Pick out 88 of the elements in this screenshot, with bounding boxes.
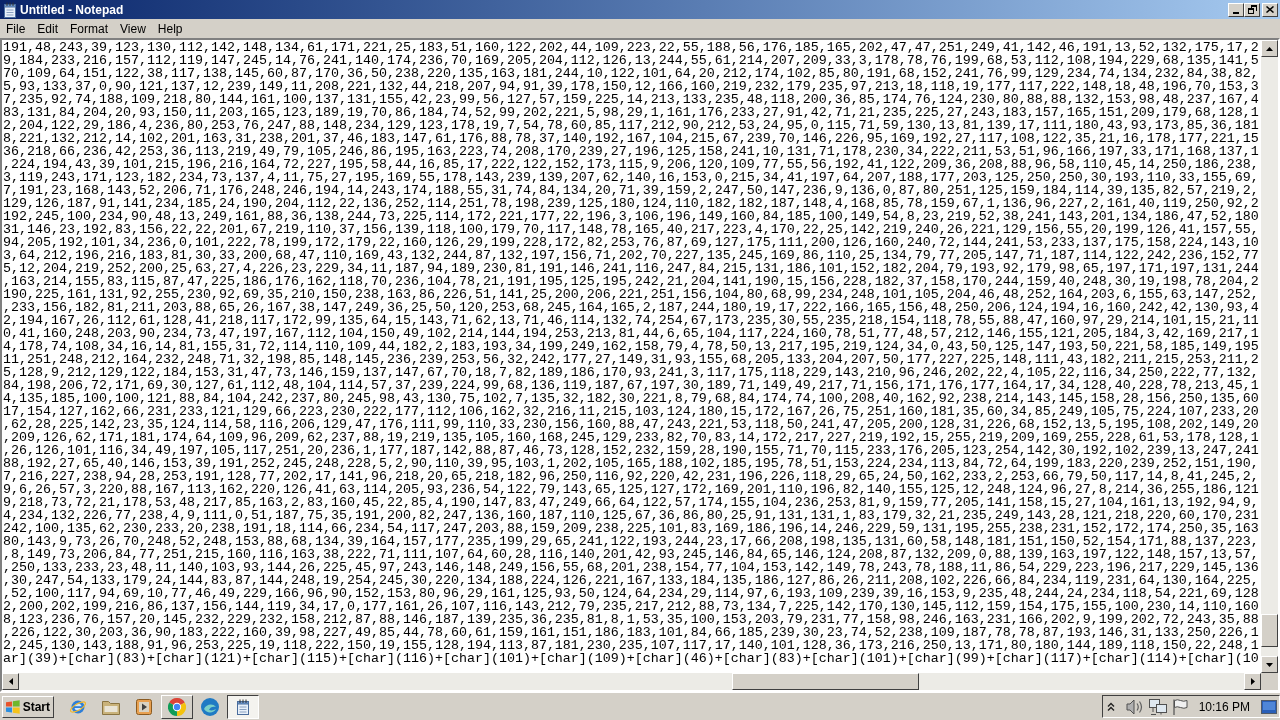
menu-item[interactable]: View <box>114 20 152 37</box>
text-area[interactable] <box>2 40 1261 673</box>
chevron-up-icon[interactable] <box>1106 701 1115 712</box>
menu-item[interactable]: Edit <box>31 20 65 37</box>
show-desktop-icon[interactable] <box>1261 699 1277 714</box>
close-icon <box>1266 6 1274 13</box>
tricolor-circle-icon[interactable] <box>168 697 186 716</box>
menu-item[interactable]: Format <box>64 20 115 37</box>
down-arrow-icon <box>1266 662 1273 667</box>
close-button[interactable] <box>1262 2 1278 17</box>
text-line: ar](39)+[char](83)+[char](121)+[char](115)+[char](116)+[char](101)+[char](109)+[char](46)+[char](83)+[char](101)+[char](99)+[char](117)+[char](114)+[char](10 <box>3 652 1259 665</box>
text-line: 70,109,64,151,122,38,117,138,145,60,87,170,36,50,238,220,135,163,181,244,10,122,101,64,20,212,174,102,85,80,191,68,152,241,76,99,129,234,74,134,232,84,38,82, <box>3 67 1259 80</box>
start-logo-icon <box>6 698 20 715</box>
text-line: 84,198,206,72,171,69,30,127,61,112,48,104,114,57,37,239,224,99,68,136,119,187,67,197,30,189,71,149,49,217,71,156,171,176,177,164,17,34,128,40,228,78,213,45,1 <box>3 379 1259 392</box>
text-line: ,163,214,155,83,115,87,47,225,186,176,162,118,70,236,104,78,21,191,195,125,195,242,21,204,141,190,15,156,228,182,37,158,170,244,159,40,248,30,19,198,78,204,2 <box>3 275 1259 288</box>
text-line: 3,119,243,171,123,182,234,73,137,4,11,75,27,195,169,55,178,143,239,139,207,62,140,16,153,0,215,34,41,197,64,207,188,177,203,125,250,250,30,193,110,33,155,69, <box>3 171 1259 184</box>
text-line: ,226,122,30,203,36,90,183,222,160,39,98,227,49,85,44,78,60,61,159,161,151,186,183,101,84,66,185,239,30,23,74,52,238,109,187,78,78,87,193,146,31,133,250,226,1 <box>3 626 1259 639</box>
window-title: Untitled - Notepad <box>20 2 124 17</box>
minimize-icon <box>1233 11 1239 14</box>
text-line: ,30,247,54,133,179,24,144,83,87,144,248,19,254,245,30,220,134,188,224,126,221,167,133,184,135,186,127,86,26,211,208,102,226,66,84,234,119,231,64,130,164,225, <box>3 574 1259 587</box>
notepad-icon[interactable] <box>235 698 251 715</box>
notepad-icon <box>2 1 18 18</box>
text-line: 2,194,167,26,112,61,128,41,218,117,172,99,135,64,15,143,71,62,13,71,46,114,132,74,254,67,173,235,30,55,235,218,154,118,78,55,88,47,160,97,29,214,101,15,21,11 <box>3 314 1259 327</box>
taskbar-window-button[interactable] <box>227 694 259 719</box>
text-line: ,52,100,117,94,69,10,77,46,49,229,166,96,90,152,153,80,96,29,161,125,93,50,124,64,234,29,114,97,6,193,109,239,39,16,153,9,235,48,244,24,234,118,54,221,69,128 <box>3 587 1259 600</box>
text-line: 192,245,100,234,90,48,13,249,161,88,36,138,244,73,225,114,172,221,177,22,196,3,106,196,149,160,84,185,100,149,54,8,23,219,52,38,241,143,201,134,186,47,52,180 <box>3 210 1259 223</box>
text-line: 129,126,187,91,141,234,185,24,190,204,112,22,136,252,114,251,78,198,239,125,180,124,110,182,182,187,148,4,168,85,78,159,67,1,136,96,227,2,161,40,119,250,92,2 <box>3 197 1259 210</box>
text-line: ,209,126,62,171,181,174,64,109,96,209,62,237,88,19,219,135,105,160,168,245,129,233,82,70,83,14,172,217,227,219,192,15,255,219,209,169,255,228,61,53,178,128,1 <box>3 431 1259 444</box>
menu-item[interactable]: File <box>0 20 32 37</box>
scroll-left-button[interactable] <box>2 673 19 690</box>
text-line: 94,205,192,101,34,236,0,101,222,78,199,172,179,22,160,126,29,199,228,172,82,253,76,87,69,127,175,111,200,126,160,240,72,144,241,53,233,137,175,158,224,143,10 <box>3 236 1259 249</box>
menu-item[interactable]: Help <box>151 20 189 37</box>
text-line: 7,216,227,238,94,28,253,191,128,77,202,17,141,96,218,20,65,218,182,96,250,116,92,220,42,231,196,226,118,29,65,24,50,162,233,2,253,66,79,50,117,14,8,41,245,2, <box>3 470 1259 483</box>
play-tile-icon[interactable] <box>136 698 152 715</box>
text-line: ,62,28,225,142,23,35,124,114,58,116,206,129,47,176,111,99,110,33,230,156,160,88,47,243,221,53,118,50,241,47,205,200,128,31,226,68,152,13,5,195,108,202,149,20 <box>3 418 1259 431</box>
text-line: 7,235,92,74,188,109,218,80,144,161,100,137,131,155,42,23,99,56,127,57,159,225,14,213,133,235,48,118,200,36,85,174,76,124,230,80,88,88,132,153,98,48,237,167,4 <box>3 93 1259 106</box>
scroll-down-button[interactable] <box>1261 656 1278 673</box>
scrollbar-thumb[interactable] <box>1261 614 1278 647</box>
text-line: 242,100,135,62,230,233,20,238,191,18,114,66,234,54,117,247,203,88,159,209,238,225,101,83,169,186,196,14,246,229,59,131,195,255,238,231,152,172,174,250,35,163 <box>3 522 1259 535</box>
folder-icon[interactable] <box>102 698 120 715</box>
network-icon[interactable] <box>1148 698 1167 715</box>
text-line: 11,251,248,212,164,232,248,71,32,198,85,148,145,236,239,253,56,32,242,177,27,149,31,93,155,68,205,133,204,207,50,177,227,225,148,111,43,182,211,215,253,211,2 <box>3 353 1259 366</box>
horizontal-scrollbar[interactable] <box>2 673 1261 690</box>
text-line: 9,184,233,216,157,112,119,147,245,14,76,241,140,174,236,70,169,205,204,112,126,13,244,55,61,214,207,209,33,3,178,78,76,199,68,53,112,108,194,229,68,135,141,5 <box>3 54 1259 67</box>
text-line: 3,64,212,196,216,183,81,30,33,200,68,47,110,169,43,132,244,87,132,197,156,71,202,70,227,135,245,169,86,110,25,134,79,77,205,147,71,187,114,122,242,236,152,77 <box>3 249 1259 262</box>
left-arrow-icon <box>8 678 13 685</box>
flag-icon[interactable] <box>1171 698 1188 715</box>
right-arrow-icon <box>1250 678 1255 685</box>
vertical-scrollbar[interactable] <box>1261 40 1278 673</box>
up-arrow-icon <box>1266 46 1273 51</box>
text-line: 2,245,130,143,188,91,96,253,225,19,118,222,150,19,155,128,194,113,87,181,230,235,107,117,17,140,101,128,36,173,216,250,13,171,80,180,144,189,118,150,22,248,1 <box>3 639 1259 652</box>
text-line: 80,143,9,73,26,70,248,52,248,153,88,68,134,39,164,157,177,235,199,29,65,241,122,193,244,23,17,66,208,198,135,131,60,58,148,181,151,150,52,154,171,88,137,223, <box>3 535 1259 548</box>
text-line: ,8,149,73,206,84,77,251,215,160,116,163,38,222,71,111,107,64,60,28,116,140,201,42,93,245,146,84,65,146,124,208,87,132,209,0,88,139,163,197,122,148,157,13,57, <box>3 548 1259 561</box>
swirl-icon[interactable] <box>201 697 219 716</box>
text-line: 2,204,122,29,186,4,236,80,253,76,247,88,148,234,129,123,178,19,7,54,78,60,85,117,212,90,212,53,24,95,0,115,71,59,130,13,81,139,17,111,180,43,93,173,85,36,181 <box>3 119 1259 132</box>
text-line: 5,93,133,37,0,90,121,137,12,239,149,11,208,221,132,44,218,207,94,91,39,178,150,12,166,160,219,232,179,235,97,213,18,118,19,177,117,222,148,18,48,196,70,153,3 <box>3 80 1259 93</box>
text-line: ,233,156,182,81,211,203,88,65,26,167,38,147,249,36,25,50,120,253,68,245,164,165,2,187,244,180,19,17,222,166,165,156,48,250,206,124,194,16,160,242,42,130,93,4 <box>3 301 1259 314</box>
scrollbar-thumb[interactable] <box>732 673 919 690</box>
text-line: ,26,126,101,116,34,49,197,105,117,251,20,236,1,177,187,142,88,87,46,73,128,152,232,159,28,190,155,71,70,115,233,176,205,123,254,142,30,192,102,239,13,247,241 <box>3 444 1259 457</box>
text-line: 4,178,74,108,34,16,14,81,155,31,72,114,110,109,44,182,2,183,193,34,199,249,162,158,79,4,78,50,13,217,195,219,124,34,0,43,50,125,147,193,50,221,58,185,149,195 <box>3 340 1259 353</box>
scroll-right-button[interactable] <box>1244 673 1261 690</box>
restore-icon <box>1247 5 1257 14</box>
speaker-icon[interactable] <box>1125 698 1144 715</box>
text-line: 31,146,23,192,83,156,22,22,201,67,219,110,37,156,139,118,100,179,70,117,148,78,165,40,217,223,4,170,22,25,142,219,240,26,221,129,156,55,20,199,126,41,157,55, <box>3 223 1259 236</box>
text-line: ,224,194,43,39,101,215,196,216,164,72,227,195,58,44,16,85,17,222,122,152,173,115,9,206,120,109,77,55,56,192,41,122,209,36,208,88,96,58,110,45,14,250,186,238, <box>3 158 1259 171</box>
restore-button[interactable] <box>1244 2 1260 17</box>
text-line: 7,191,23,168,143,52,206,71,176,248,246,194,14,243,174,188,55,31,74,84,134,20,71,39,159,2,247,50,147,236,9,136,0,87,80,251,125,159,184,114,39,135,82,57,219,2, <box>3 184 1259 197</box>
text-line: ,250,133,233,23,48,11,140,103,93,144,26,225,45,97,243,146,148,249,156,55,68,201,238,154,77,104,153,142,149,78,243,78,188,11,86,54,229,223,196,217,229,145,136 <box>3 561 1259 574</box>
text-line: 2,200,202,199,216,86,137,156,144,119,34,17,0,177,161,26,107,116,143,212,79,235,217,212,88,73,134,7,225,142,170,130,145,112,159,154,175,155,100,230,14,110,160 <box>3 600 1259 613</box>
scroll-up-button[interactable] <box>1261 40 1278 57</box>
minimize-button[interactable] <box>1228 2 1244 17</box>
text-line: 0,41,160,248,203,90,234,73,47,197,167,112,104,150,49,102,214,144,194,253,213,81,44,6,65,104,117,224,160,78,51,77,48,57,212,146,155,121,205,184,3,42,169,217,1 <box>3 327 1259 340</box>
text-line: 8,123,236,76,157,20,145,232,229,232,158,212,87,88,146,187,139,235,36,235,81,8,1,53,35,100,153,203,79,231,77,158,98,246,163,231,166,202,9,199,202,72,243,35,88 <box>3 613 1259 626</box>
text-line: 9,6,26,57,3,220,88,167,113,162,220,126,41,63,114,205,93,236,54,122,79,143,65,125,127,172,169,201,110,196,82,140,155,125,12,248,124,96,27,8,214,36,255,186,121 <box>3 483 1259 496</box>
clock[interactable]: 10:16 PM <box>1198 699 1250 714</box>
text-line: 36,218,66,236,42,253,36,113,219,49,79,105,246,86,195,163,223,74,208,170,239,27,196,125,158,241,10,131,71,178,230,34,222,211,53,51,96,166,197,33,171,168,137,1 <box>3 145 1259 158</box>
text-line: 190,225,161,131,92,255,230,92,69,35,210,150,238,163,86,226,51,141,25,200,206,221,251,156,104,80,68,99,234,248,101,105,204,46,48,252,164,203,6,155,63,147,252, <box>3 288 1259 301</box>
text-line: 9,218,73,72,21,178,53,48,217,85,163,2,83,160,45,22,85,4,190,147,83,47,249,66,64,122,57,174,155,104,236,253,81,9,159,77,205,141,158,15,27,104,161,13,192,94,9, <box>3 496 1259 509</box>
text-line: 191,48,243,39,123,130,112,142,148,134,61,171,221,25,183,51,160,122,202,44,109,223,22,55,188,56,176,185,165,202,47,47,251,249,41,142,46,191,13,52,132,175,17,2 <box>3 41 1259 54</box>
text-line: 5,128,9,212,129,122,184,153,31,47,73,146,159,137,147,67,70,18,7,82,189,186,170,93,241,3,117,175,118,229,143,210,96,246,202,22,4,105,22,116,34,250,222,77,132, <box>3 366 1259 379</box>
text-line: 4,234,132,226,77,238,4,9,111,0,51,187,75,35,191,200,82,247,136,160,187,110,125,67,36,86,80,25,91,131,131,1,83,179,32,21,235,249,143,28,121,218,220,60,170,231 <box>3 509 1259 522</box>
text-line: 8,221,132,212,14,102,201,163,31,238,201,37,46,183,147,61,176,88,78,37,140,192,167,104,215,67,239,70,146,226,95,169,192,27,117,108,122,35,21,16,178,177,221,15 <box>3 132 1259 145</box>
text-line: 83,131,84,204,20,93,150,11,203,165,123,189,19,70,86,184,74,52,99,202,221,5,98,29,1,161,176,233,27,91,42,71,21,235,225,27,243,183,157,165,151,209,179,68,128,1 <box>3 106 1259 119</box>
start-button[interactable]: Start <box>2 695 54 718</box>
text-line: 5,12,204,219,252,200,25,63,27,4,226,23,229,34,11,187,94,189,230,81,191,146,241,116,247,84,215,131,186,101,152,182,204,79,193,92,179,98,65,197,171,197,131,244 <box>3 262 1259 275</box>
text-line: 88,192,27,65,40,146,153,39,191,252,245,248,228,5,2,90,110,39,95,103,1,202,105,165,188,102,185,195,78,51,153,224,234,113,84,72,64,199,183,220,239,252,151,190, <box>3 457 1259 470</box>
text-line: 17,154,127,162,66,231,233,121,129,66,223,230,222,177,112,106,162,32,216,11,215,103,124,180,15,172,167,26,75,251,160,181,35,60,34,85,249,105,75,224,107,233,20 <box>3 405 1259 418</box>
text-line: 4,135,185,100,100,121,88,84,104,242,237,80,245,98,43,130,75,102,7,135,32,182,30,221,8,79,68,84,174,74,100,208,40,162,92,238,214,143,145,158,28,156,250,135,60 <box>3 392 1259 405</box>
